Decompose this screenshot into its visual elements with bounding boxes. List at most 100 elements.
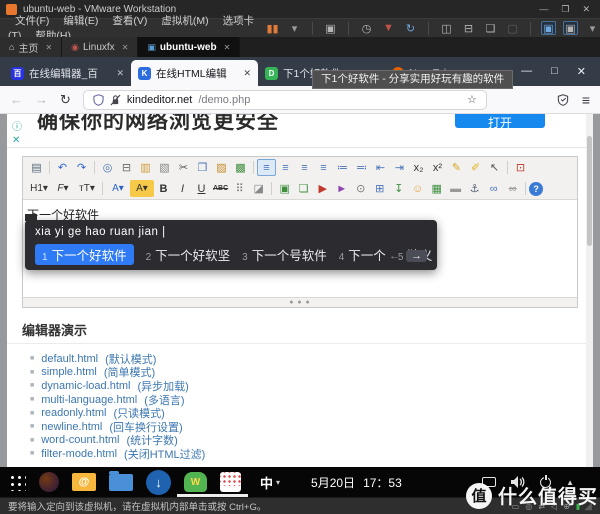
print-icon[interactable]: ⊟ <box>117 159 136 176</box>
demo-link[interactable]: newline.html <box>41 421 102 433</box>
redo-icon[interactable]: ↷ <box>72 159 91 176</box>
outdent-icon[interactable]: ⇤ <box>371 159 390 176</box>
browser-tab-kindeditor[interactable]: K 在线HTML编辑 ✕ <box>131 60 258 86</box>
text-color-icon[interactable]: A▾ <box>106 180 130 197</box>
ime-candidate[interactable]: 2 下一个好软坚 <box>146 245 231 264</box>
demo-link[interactable]: filter-mode.html <box>41 448 117 460</box>
browser-minimize-icon[interactable]: — <box>521 65 532 78</box>
vm-tab-close-icon[interactable]: ✕ <box>45 43 52 52</box>
url-bar[interactable]: kindeditor.net /demo.php ☆ <box>83 90 487 110</box>
scrollbar-thumb[interactable] <box>587 136 592 246</box>
table-icon[interactable]: ⊞ <box>370 180 389 197</box>
vmware-menu-item[interactable]: 虚拟机(M) <box>154 15 215 27</box>
line-height-icon[interactable]: ⠿ <box>230 180 249 197</box>
file-manager-icon[interactable] <box>109 474 133 491</box>
vm-tab-ubuntu-web[interactable]: ▣ ubuntu-web ✕ <box>138 37 240 57</box>
demo-link[interactable]: simple.html <box>41 366 97 378</box>
font-size-select[interactable]: тT▾ <box>75 180 99 197</box>
ime-candidate[interactable]: 1 下一个好软件 <box>35 244 134 265</box>
justify-icon[interactable]: ≡ <box>314 159 333 176</box>
underline-icon[interactable]: U <box>192 180 211 197</box>
show-thumbnail-bar-button[interactable]: ⊟ <box>461 21 476 35</box>
clock[interactable]: 5月20日 17：53 <box>311 474 402 491</box>
ordered-list-icon[interactable]: ≔ <box>333 159 352 176</box>
insert-hr-icon[interactable]: ↧ <box>389 180 408 197</box>
browser-close-icon[interactable]: ✕ <box>577 65 586 78</box>
template-icon[interactable]: ▥ <box>136 159 155 176</box>
cut-icon[interactable]: ✂ <box>174 159 193 176</box>
editor-fullscreen-icon[interactable]: ⊡ <box>511 159 530 176</box>
editor-resize-handle[interactable]: ● ● ● <box>23 297 577 307</box>
vmware-menu-item[interactable]: 文件(F) <box>8 15 56 27</box>
highlight-color-icon[interactable]: A▾ <box>130 180 154 197</box>
banner-close-icon[interactable]: ✕ <box>12 136 20 146</box>
display-dropdown-icon[interactable]: ▾ <box>585 21 600 35</box>
italic-icon[interactable]: I <box>173 180 192 197</box>
paste-icon[interactable]: ▨ <box>212 159 231 176</box>
pause-dropdown-icon[interactable]: ▾ <box>287 21 302 35</box>
demo-link[interactable]: word-count.html <box>41 434 119 446</box>
ime-next-page-icon[interactable]: → <box>406 250 427 262</box>
show-library-button[interactable]: ◫ <box>439 21 454 35</box>
vmware-maximize-icon[interactable]: ❐ <box>561 4 569 15</box>
about-icon[interactable]: ? <box>529 182 543 196</box>
vm-tab-home[interactable]: ⌂ 主页 ✕ <box>0 37 62 57</box>
page-break-icon[interactable]: ▬ <box>446 180 465 197</box>
pause-button[interactable]: ▮▮ <box>265 21 280 35</box>
align-left-icon[interactable]: ≡ <box>257 159 276 176</box>
calendar-icon[interactable] <box>220 472 241 492</box>
snapshot-manager-button[interactable]: ↻ <box>403 21 418 35</box>
tab-close-icon[interactable]: ✕ <box>243 68 251 79</box>
demo-link[interactable]: multi-language.html <box>41 394 137 406</box>
demo-link[interactable]: readonly.html <box>41 407 106 419</box>
heading-select[interactable]: H1▾ <box>27 180 51 197</box>
vmware-close-icon[interactable]: ✕ <box>582 4 590 15</box>
select-all-icon[interactable]: ↖ <box>485 159 504 176</box>
media-icon[interactable]: ► <box>332 180 351 197</box>
undo-icon[interactable]: ↶ <box>53 159 72 176</box>
ime-prev-page-icon[interactable]: ← <box>389 250 400 262</box>
forward-icon[interactable]: → <box>35 92 48 107</box>
multi-image-icon[interactable]: ❏ <box>294 180 313 197</box>
insecure-lock-icon[interactable] <box>110 94 121 106</box>
superscript-icon[interactable]: x² <box>428 159 447 176</box>
ime-candidate[interactable]: 3 下一个号软件 <box>242 245 327 264</box>
strikethrough-icon[interactable]: ABC <box>211 180 230 197</box>
align-right-icon[interactable]: ≡ <box>295 159 314 176</box>
firefox-icon[interactable] <box>39 472 59 492</box>
flash-icon[interactable]: ▶ <box>313 180 332 197</box>
unity-button[interactable]: ▢ <box>505 21 520 35</box>
ctrl-alt-del-button[interactable]: ▣ <box>323 21 338 35</box>
page-scrollbar[interactable] <box>586 114 593 467</box>
tab-close-icon[interactable]: ✕ <box>116 68 124 79</box>
indent-icon[interactable]: ⇥ <box>390 159 409 176</box>
vmware-minimize-icon[interactable]: — <box>539 4 548 15</box>
vmware-menu-item[interactable]: 查看(V) <box>105 15 154 27</box>
permissions-shield-icon[interactable] <box>557 94 569 106</box>
subscript-icon[interactable]: x₂ <box>409 159 428 176</box>
fullscreen-button[interactable]: ❏ <box>483 21 498 35</box>
demo-link[interactable]: default.html <box>41 353 98 365</box>
app-launcher-icon[interactable] <box>8 473 26 491</box>
insert-image-icon[interactable]: ▣ <box>275 180 294 197</box>
align-center-icon[interactable]: ≡ <box>276 159 295 176</box>
preview-icon[interactable]: ◎ <box>98 159 117 176</box>
vm-tab-linuxfx[interactable]: ◉ Linuxfx ✕ <box>62 37 138 57</box>
anchor-icon[interactable]: ⚓ <box>465 180 484 197</box>
console-view-button[interactable]: ▣ <box>541 21 556 35</box>
link-icon[interactable]: ∞ <box>484 180 503 197</box>
clear-format-icon[interactable]: ✎ <box>447 159 466 176</box>
vm-display-button[interactable]: ▣ <box>563 21 578 35</box>
bold-icon[interactable]: B <box>154 180 173 197</box>
reload-icon[interactable]: ↻ <box>60 92 71 108</box>
unordered-list-icon[interactable]: ≕ <box>352 159 371 176</box>
paste-text-icon[interactable]: ▩ <box>231 159 250 176</box>
demo-link[interactable]: dynamic-load.html <box>41 380 130 392</box>
tracking-shield-icon[interactable] <box>93 94 104 106</box>
code-icon[interactable]: ▧ <box>155 159 174 176</box>
banner-open-button[interactable]: 打开 <box>455 114 545 128</box>
browser-maximize-icon[interactable]: □ <box>551 65 558 78</box>
downloads-icon[interactable]: ↓ <box>146 470 171 495</box>
vmware-menu-item[interactable]: 编辑(E) <box>56 15 105 27</box>
vm-tab-close-icon[interactable]: ✕ <box>224 43 231 52</box>
